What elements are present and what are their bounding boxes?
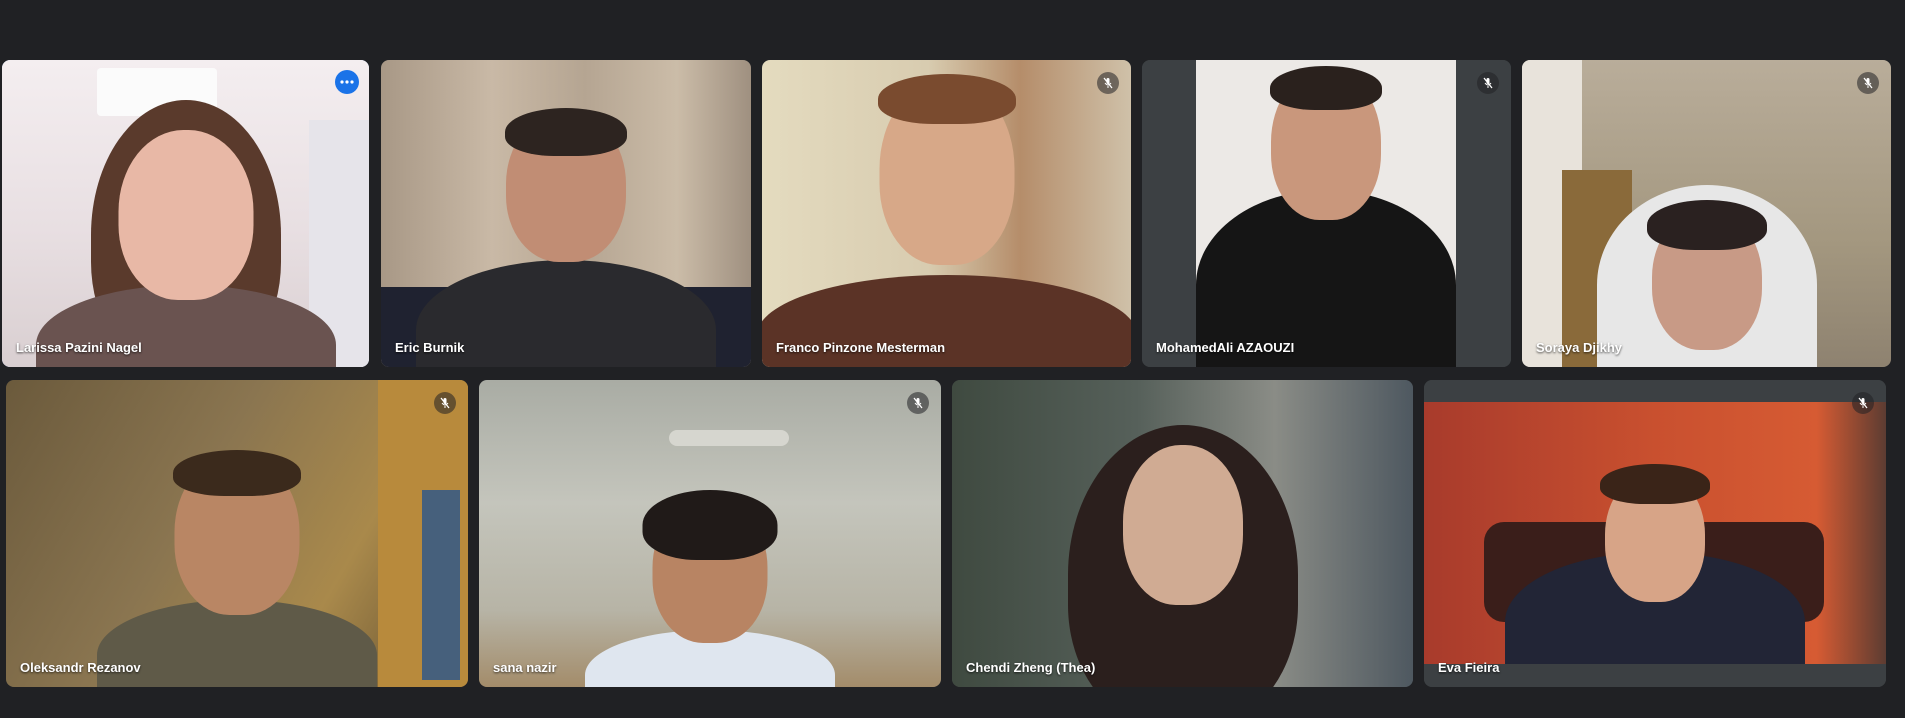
participant-name: sana nazir (493, 660, 557, 675)
mic-off-indicator (907, 392, 929, 414)
participant-tile-6[interactable]: Oleksandr Rezanov (6, 380, 468, 687)
participant-tile-2[interactable]: Eric Burnik (381, 60, 751, 367)
mic-off-indicator (1097, 72, 1119, 94)
participant-tile-4[interactable]: MohamedAli AZAOUZI (1142, 60, 1511, 367)
participant-name: Chendi Zheng (Thea) (966, 660, 1096, 675)
mic-off-icon (1483, 77, 1493, 89)
participant-tile-3[interactable]: Franco Pinzone Mesterman (762, 60, 1131, 367)
participant-name: Franco Pinzone Mesterman (776, 340, 946, 355)
more-options-button[interactable] (335, 70, 359, 94)
participant-video (2, 60, 369, 367)
participant-video (381, 60, 751, 367)
participant-name: Oleksandr Rezanov (20, 660, 141, 675)
participant-tile-5[interactable]: Soraya Djikhy (1522, 60, 1891, 367)
mic-off-icon (913, 397, 923, 409)
participant-name: Soraya Djikhy (1536, 340, 1622, 355)
participant-video (479, 380, 941, 687)
participant-video (1522, 60, 1891, 367)
participant-tile-8[interactable]: Chendi Zheng (Thea) (952, 380, 1413, 687)
mic-off-icon (440, 397, 450, 409)
participant-video (762, 60, 1131, 367)
more-options-icon (340, 80, 354, 84)
participant-name: Eva Fieira (1438, 660, 1500, 675)
mic-off-icon (1858, 397, 1868, 409)
participant-tile-9[interactable]: Eva Fieira (1424, 380, 1886, 687)
mic-off-indicator (434, 392, 456, 414)
participant-name: Larissa Pazini Nagel (16, 340, 142, 355)
participant-name: Eric Burnik (395, 340, 465, 355)
participant-tile-1[interactable]: Larissa Pazini Nagel (2, 60, 369, 367)
participant-name: MohamedAli AZAOUZI (1156, 340, 1295, 355)
mic-off-indicator (1857, 72, 1879, 94)
participant-video (6, 380, 468, 687)
participant-video (952, 380, 1413, 687)
participant-tile-7[interactable]: sana nazir (479, 380, 941, 687)
mic-off-icon (1863, 77, 1873, 89)
participant-video (1424, 380, 1886, 687)
mic-off-icon (1103, 77, 1113, 89)
mic-off-indicator (1852, 392, 1874, 414)
mic-off-indicator (1477, 72, 1499, 94)
participant-video (1142, 60, 1511, 367)
